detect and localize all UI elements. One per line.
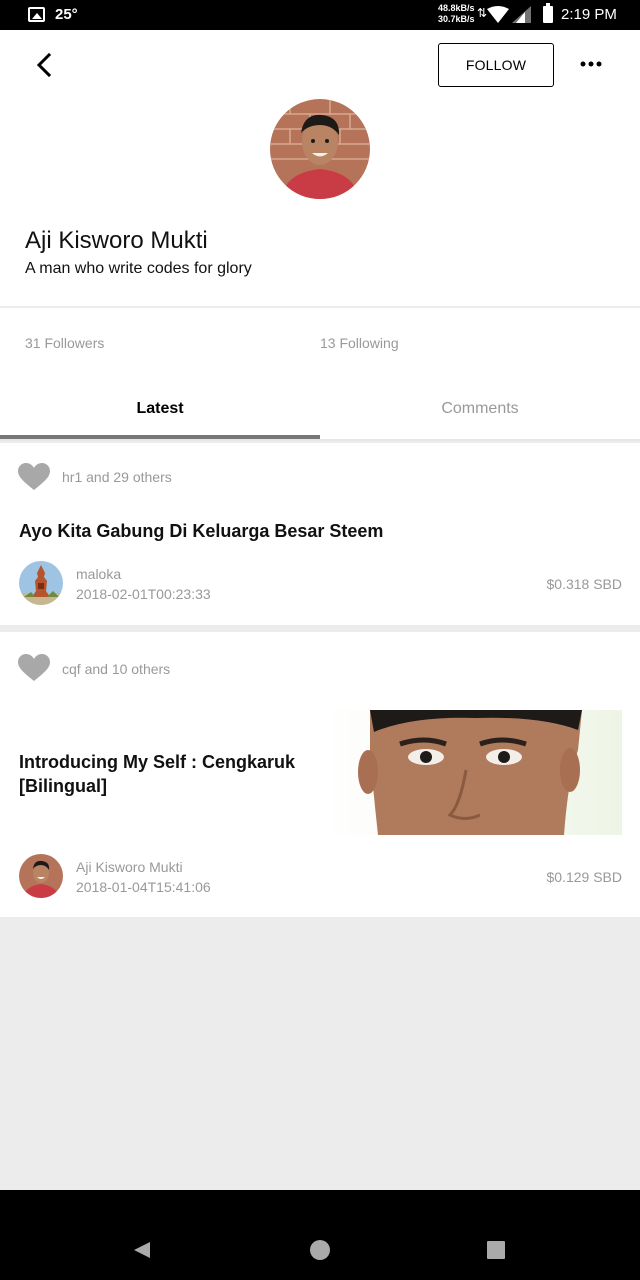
download-speed: 30.7kB/s	[438, 14, 475, 24]
followers-count[interactable]: 31 Followers	[25, 335, 104, 351]
network-speed: 48.8kB/s 30.7kB/s	[438, 3, 475, 25]
nav-recent-apps-icon[interactable]	[487, 1241, 505, 1259]
active-tab-indicator	[0, 435, 320, 439]
profile-name: Aji Kisworo Mukti	[25, 227, 208, 254]
clock: 2:19 PM	[561, 6, 617, 23]
following-count[interactable]: 13 Following	[320, 335, 399, 351]
data-activity-icon: ⇅	[477, 6, 488, 20]
post-card[interactable]: cqf and 10 others Introducing My Self : …	[0, 632, 640, 917]
battery-icon	[543, 3, 553, 23]
profile-bio: A man who write codes for glory	[25, 260, 252, 277]
post-title[interactable]: Introducing My Self : Cengkaruk [Bilingu…	[19, 750, 309, 798]
status-bar: 25° 48.8kB/s 30.7kB/s ⇅ 2:19 PM	[0, 0, 640, 30]
feed-tabs: Latest Comments	[0, 383, 640, 441]
follow-button[interactable]: FOLLOW	[438, 43, 554, 87]
wifi-icon	[487, 6, 509, 23]
system-navigation-bar	[0, 1190, 640, 1280]
post-title[interactable]: Ayo Kita Gabung Di Keluarga Besar Steem	[19, 519, 383, 543]
back-arrow-icon[interactable]	[30, 50, 60, 80]
post-payout: $0.129 SBD	[546, 869, 623, 885]
more-options-icon[interactable]	[578, 52, 604, 76]
upload-speed: 48.8kB/s	[438, 3, 475, 13]
heart-icon[interactable]	[18, 463, 50, 491]
post-card[interactable]: hr1 and 29 others Ayo Kita Gabung Di Kel…	[0, 443, 640, 625]
profile-avatar	[270, 99, 370, 199]
author-name[interactable]: maloka	[76, 566, 121, 582]
post-thumbnail[interactable]	[320, 710, 622, 835]
signal-icon	[512, 6, 531, 23]
post-date: 2018-02-01T00:23:33	[76, 586, 211, 602]
nav-back-icon[interactable]	[133, 1241, 151, 1259]
post-date: 2018-01-04T15:41:06	[76, 879, 211, 895]
heart-icon[interactable]	[18, 654, 50, 682]
author-avatar[interactable]	[19, 561, 63, 605]
image-notification-icon	[28, 7, 45, 22]
voters-summary[interactable]: hr1 and 29 others	[62, 469, 172, 485]
nav-home-icon[interactable]	[310, 1240, 330, 1260]
tab-comments[interactable]: Comments	[320, 383, 640, 435]
temperature: 25°	[55, 6, 78, 23]
profile-header: FOLLOW Aji Kisworo Mukti A man who write…	[0, 30, 640, 307]
tab-latest[interactable]: Latest	[0, 383, 320, 435]
voters-summary[interactable]: cqf and 10 others	[62, 661, 170, 677]
author-name[interactable]: Aji Kisworo Mukti	[76, 859, 183, 875]
author-avatar[interactable]	[19, 854, 63, 898]
follow-stats: 31 Followers 13 Following	[0, 308, 640, 383]
post-payout: $0.318 SBD	[546, 576, 623, 592]
